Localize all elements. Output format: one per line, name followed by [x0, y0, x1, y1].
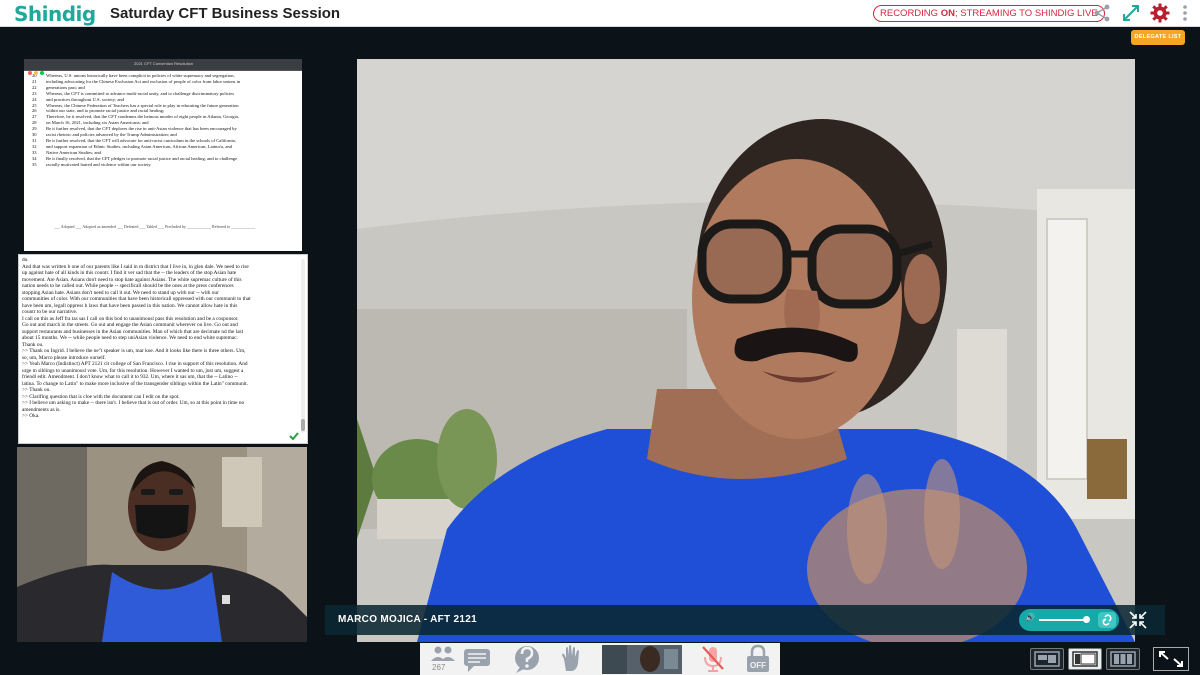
participants-button[interactable]: 267	[428, 643, 458, 675]
volume-control[interactable]: 🔊	[1019, 609, 1119, 631]
mic-muted-icon	[702, 646, 724, 672]
volume-slider-track[interactable]	[1039, 619, 1085, 621]
layout-option-2-button[interactable]	[1068, 648, 1102, 670]
lock-status-label: OFF	[750, 661, 766, 670]
app-root: Shindig Saturday CFT Business Session RE…	[0, 0, 1200, 675]
recording-suffix: ; STREAMING TO SHINDIG LIVE	[954, 8, 1098, 19]
line-text: racially motivated hatred and violence w…	[46, 161, 152, 167]
help-button[interactable]	[512, 643, 542, 675]
recording-status-badge: RECORDING ON; STREAMING TO SHINDIG LIVE	[873, 5, 1105, 22]
participant-count: 267	[432, 663, 446, 672]
layout-option-3-button[interactable]	[1106, 648, 1140, 670]
transcript-line: >> Oka.	[22, 413, 40, 419]
lock-icon: OFF	[747, 644, 769, 672]
speaker-video-frame	[357, 59, 1135, 642]
participant-video-tile[interactable]	[17, 447, 307, 642]
speaker-name-bar: MARCO MOJICA - AFT 2121 🔊	[325, 605, 1165, 635]
document-toolbar: 2021 CFT Convention Resolution	[24, 59, 302, 75]
gear-icon[interactable]	[1150, 3, 1170, 23]
self-preview-thumbnail[interactable]	[602, 645, 682, 674]
delegate-list-button[interactable]: DELEGATE LIST	[1131, 30, 1185, 45]
top-header: Shindig Saturday CFT Business Session RE…	[0, 0, 1200, 27]
raise-hand-button[interactable]	[558, 643, 584, 675]
document-footer: ___ Adopted ___ Adopted as amended ___ D…	[54, 224, 256, 229]
help-icon	[515, 646, 539, 673]
document-body: 20 Whereas, U.S. unions historically have…	[24, 71, 302, 168]
document-line: 35 racially motivated hatred and violence…	[32, 162, 296, 168]
layout-columns-icon	[1110, 651, 1136, 667]
transcript-scrollbar[interactable]	[301, 259, 305, 433]
layout-grid-icon	[1034, 651, 1060, 667]
shindig-logo[interactable]: Shindig	[14, 2, 96, 26]
more-vertical-icon[interactable]	[1180, 3, 1190, 23]
shared-document-panel[interactable]: 2021 CFT Convention Resolution 20 Whereas…	[24, 59, 302, 251]
people-icon	[431, 646, 455, 661]
speaker-name: MARCO MOJICA - AFT 2121	[338, 614, 477, 625]
scrollbar-thumb[interactable]	[301, 419, 305, 431]
exit-fullscreen-icon	[1159, 651, 1183, 667]
participant-video-frame	[17, 447, 307, 642]
captions-transcript-panel[interactable]: do. And that was written b one of our par…	[18, 254, 308, 444]
recording-prefix: RECORDING	[880, 8, 941, 19]
check-icon[interactable]	[289, 432, 299, 440]
microphone-toggle-button[interactable]	[698, 643, 728, 675]
chat-icon	[464, 649, 490, 672]
exit-fullscreen-button[interactable]	[1153, 647, 1189, 671]
volume-slider-knob[interactable]	[1083, 616, 1090, 623]
page-title: Saturday CFT Business Session	[110, 5, 341, 22]
layout-option-1-button[interactable]	[1030, 648, 1064, 670]
transcript-text: do. And that was written b one of our par…	[19, 255, 307, 420]
document-filename: 2021 CFT Convention Resolution	[134, 61, 194, 66]
raise-hand-icon	[562, 645, 579, 671]
collapse-icon[interactable]	[1129, 611, 1147, 629]
share-icon[interactable]	[1092, 3, 1112, 23]
expand-icon[interactable]	[1121, 3, 1141, 23]
self-preview-frame	[602, 645, 682, 674]
link-icon[interactable]	[1097, 611, 1117, 629]
line-number: 35	[32, 161, 37, 167]
layout-spotlight-icon	[1072, 651, 1098, 667]
recording-on-text: ON	[940, 8, 955, 19]
main-speaker-video[interactable]	[357, 59, 1135, 642]
window-controls	[28, 62, 50, 75]
bottom-toolbar: 267 OFF	[420, 643, 780, 675]
lock-toggle-button[interactable]: OFF	[744, 643, 772, 675]
chat-button[interactable]	[462, 643, 492, 675]
speaker-icon[interactable]: 🔊	[1025, 613, 1035, 622]
